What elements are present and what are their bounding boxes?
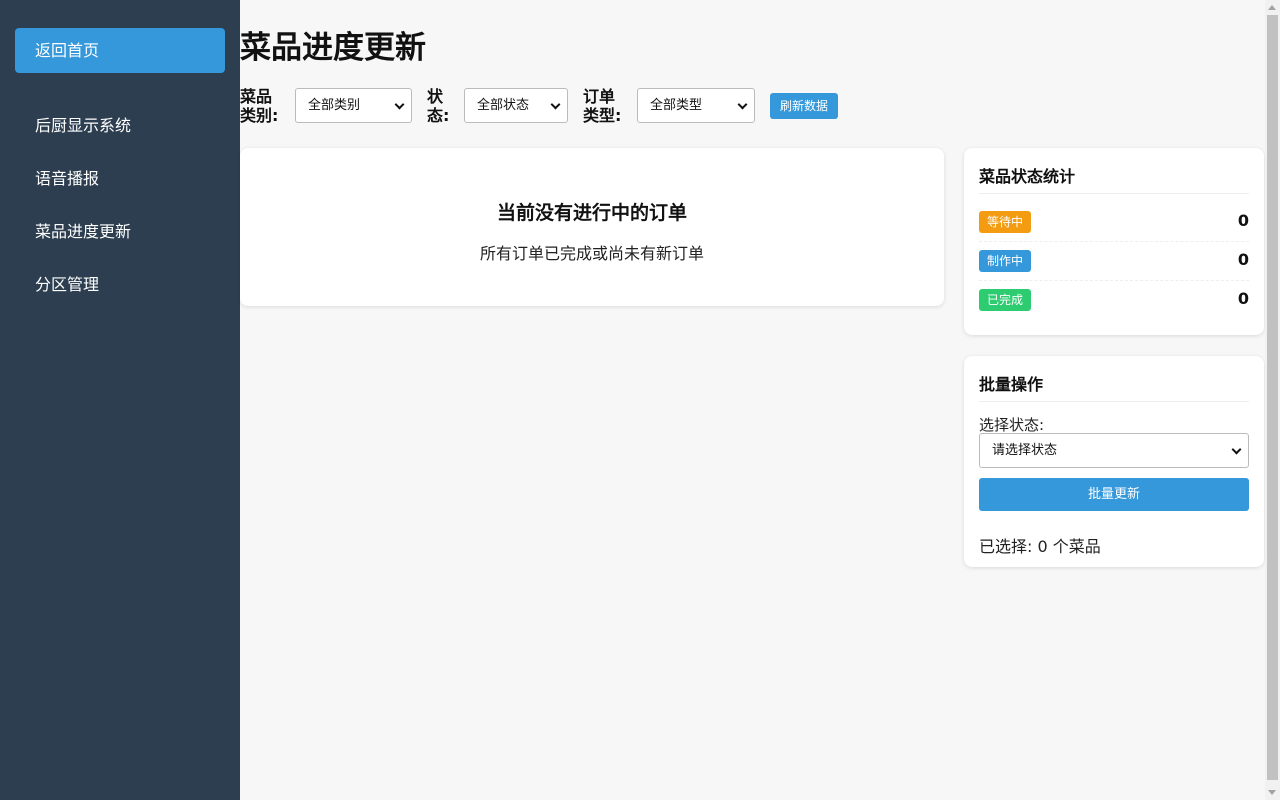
batch-status-label: 选择状态: — [979, 416, 1045, 434]
status-badge-done: 已完成 — [979, 289, 1032, 311]
stat-row-waiting: 等待中 0 — [979, 203, 1249, 242]
order-type-filter-label-line1: 订单 — [583, 87, 616, 106]
status-select[interactable]: 全部状态 — [464, 88, 568, 123]
page-title: 菜品进度更新 — [240, 30, 426, 66]
status-filter-label-line1: 状 — [427, 87, 444, 106]
empty-orders-subtitle: 所有订单已完成或尚未有新订单 — [479, 244, 704, 263]
status-stats-panel: 菜品状态统计 等待中 0 制作中 0 已完成 0 — [964, 148, 1264, 335]
stat-count-done: 0 — [1237, 289, 1249, 308]
order-type-select-value: 全部类型 — [650, 98, 703, 113]
status-badge-cooking: 制作中 — [979, 250, 1032, 272]
stat-count-waiting: 0 — [1237, 211, 1249, 230]
home-button[interactable]: 返回首页 — [15, 28, 225, 73]
chevron-down-icon — [550, 99, 561, 110]
status-select-value: 全部状态 — [477, 98, 530, 113]
category-select[interactable]: 全部类别 — [295, 88, 412, 123]
order-type-filter-label-line2: 类型: — [583, 106, 622, 125]
status-filter-label: 状 态: — [427, 87, 449, 125]
batch-status-select[interactable]: 请选择状态 — [979, 433, 1249, 468]
chevron-down-icon — [737, 99, 748, 110]
scroll-up-icon[interactable] — [1268, 5, 1276, 10]
batch-status-select-value: 请选择状态 — [992, 443, 1058, 458]
stat-count-cooking: 0 — [1237, 250, 1249, 269]
scrollbar-thumb[interactable] — [1267, 15, 1278, 780]
batch-update-button[interactable]: 批量更新 — [979, 478, 1249, 511]
selected-count-text: 已选择: 0 个菜品 — [979, 537, 1101, 556]
category-filter-label-line1: 菜品 — [240, 87, 273, 106]
sidebar: 返回首页 后厨显示系统 语音播报 菜品进度更新 分区管理 — [0, 0, 240, 800]
chevron-down-icon — [394, 99, 405, 110]
batch-title: 批量操作 — [979, 371, 1249, 402]
sidebar-item-zone-management[interactable]: 分区管理 — [0, 265, 240, 305]
stat-row-cooking: 制作中 0 — [979, 242, 1249, 281]
status-filter-label-line2: 态: — [427, 106, 450, 125]
status-badge-waiting: 等待中 — [979, 211, 1032, 233]
category-filter-label-line2: 类别: — [240, 106, 279, 125]
category-select-value: 全部类别 — [308, 98, 361, 113]
order-type-select[interactable]: 全部类型 — [637, 88, 755, 123]
batch-operations-panel: 批量操作 选择状态: 请选择状态 批量更新 已选择: 0 个菜品 — [964, 356, 1264, 567]
refresh-button[interactable]: 刷新数据 — [770, 93, 838, 119]
scroll-down-icon[interactable] — [1268, 790, 1276, 795]
empty-orders-title: 当前没有进行中的订单 — [496, 202, 687, 224]
order-type-filter-label: 订单 类型: — [583, 87, 621, 125]
stats-title: 菜品状态统计 — [979, 163, 1249, 194]
vertical-scrollbar[interactable] — [1265, 0, 1280, 800]
orders-panel: 当前没有进行中的订单 所有订单已完成或尚未有新订单 — [240, 148, 944, 306]
sidebar-item-kitchen-display[interactable]: 后厨显示系统 — [0, 106, 240, 146]
sidebar-item-voice-broadcast[interactable]: 语音播报 — [0, 159, 240, 199]
chevron-down-icon — [1231, 444, 1242, 455]
category-filter-label: 菜品 类别: — [240, 87, 278, 125]
stat-row-done: 已完成 0 — [979, 281, 1249, 320]
sidebar-item-dish-progress[interactable]: 菜品进度更新 — [0, 212, 240, 252]
main-content: 菜品进度更新 菜品 类别: 全部类别 状 态: 全部状态 订单 类型: 全部类型… — [240, 0, 1265, 800]
